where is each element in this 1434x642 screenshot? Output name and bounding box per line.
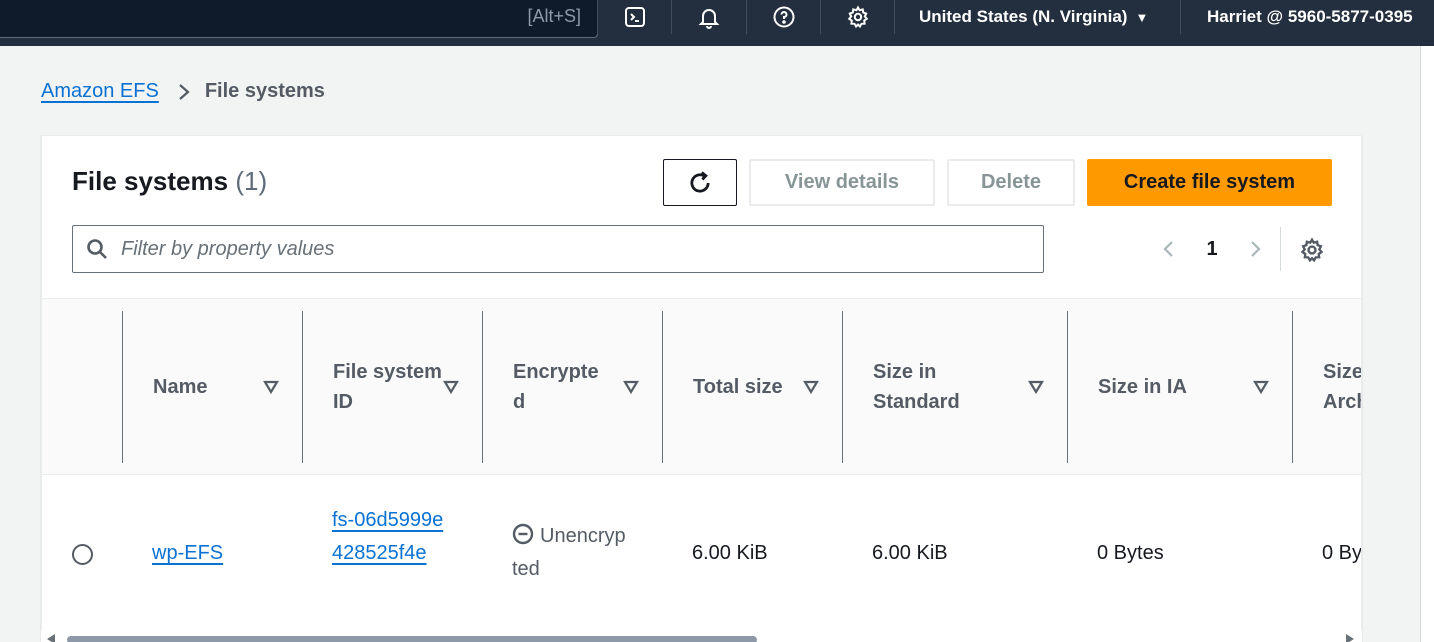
scrollbar-thumb[interactable]	[67, 636, 757, 642]
column-label: Size in IA	[1098, 376, 1187, 398]
column-header-total-size[interactable]: Total size	[662, 311, 842, 463]
help-icon[interactable]	[746, 0, 820, 34]
sort-down-icon[interactable]	[442, 375, 460, 395]
global-search-input[interactable]: [Alt+S]	[0, 0, 598, 38]
column-header-file-system-id[interactable]: File system ID	[302, 311, 482, 463]
breadcrumb-amazon-efs-link[interactable]: Amazon EFS	[41, 80, 159, 103]
settings-icon[interactable]	[820, 0, 894, 34]
caret-down-icon: ▼	[1135, 9, 1149, 25]
no-encryption-icon	[512, 523, 534, 545]
item-count: (1)	[235, 166, 268, 196]
cloudshell-icon[interactable]	[597, 0, 671, 34]
table-header: Name File system ID Encrypted Total size…	[42, 298, 1362, 475]
table-row: wp-EFS fs-06d5999e428525f4e Unencrypted …	[42, 475, 1362, 642]
top-navigation: [Alt+S] United States (N. Virginia) ▼ Ha…	[0, 0, 1434, 46]
sort-down-icon[interactable]	[1027, 375, 1045, 395]
column-header-size-in-archive[interactable]: Size in Archive	[1292, 311, 1362, 463]
sort-down-icon[interactable]	[262, 375, 280, 395]
filter-field[interactable]	[72, 225, 1044, 273]
column-label: Size in Standard	[873, 361, 960, 413]
scroll-left-icon[interactable]	[47, 634, 55, 642]
breadcrumb-current: File systems	[204, 80, 325, 102]
column-label: Size in Archive	[1323, 361, 1362, 413]
refresh-button[interactable]	[663, 159, 737, 206]
right-gutter	[1420, 46, 1434, 642]
region-label: United States (N. Virginia)	[919, 7, 1128, 26]
next-page-icon[interactable]	[1240, 234, 1270, 264]
previous-page-icon[interactable]	[1154, 234, 1184, 264]
file-system-id-link[interactable]: fs-06d5999e428525f4e	[332, 504, 448, 570]
delete-button[interactable]: Delete	[947, 159, 1075, 206]
column-label: Encrypted	[513, 361, 599, 413]
pager-divider	[1280, 227, 1281, 271]
scroll-right-icon[interactable]	[1346, 634, 1354, 642]
column-header-name[interactable]: Name	[122, 311, 302, 463]
column-header-encrypted[interactable]: Encrypted	[482, 311, 662, 463]
file-system-name-link[interactable]: wp-EFS	[152, 537, 223, 570]
column-header-size-in-ia[interactable]: Size in IA	[1067, 311, 1292, 463]
size-standard-value: 6.00 KiB	[872, 542, 948, 564]
account-label: Harriet @ 5960-5877-0395	[1207, 7, 1413, 26]
size-ia-value: 0 Bytes	[1097, 542, 1164, 564]
column-label: File system ID	[333, 361, 442, 413]
panel-title-text: File systems	[72, 166, 229, 196]
encryption-status: Unencrypted	[512, 520, 630, 586]
pagination: 1	[1154, 232, 1270, 266]
bell-icon[interactable]	[671, 0, 745, 34]
size-archive-value: 0 Bytes	[1322, 542, 1362, 564]
current-page[interactable]: 1	[1184, 238, 1240, 261]
table-settings-icon[interactable]	[1297, 235, 1327, 265]
sort-down-icon[interactable]	[802, 375, 820, 395]
page-title: File systems (1)	[72, 166, 267, 197]
column-label: Total size	[693, 376, 783, 398]
breadcrumb: Amazon EFS File systems	[41, 80, 325, 103]
region-selector[interactable]: United States (N. Virginia) ▼	[894, 0, 1180, 34]
search-shortcut-hint: [Alt+S]	[527, 6, 581, 26]
sort-down-icon[interactable]	[622, 375, 640, 395]
chevron-right-icon	[177, 83, 191, 101]
sort-down-icon[interactable]	[1252, 375, 1270, 395]
refresh-icon	[690, 170, 710, 192]
column-label: Name	[153, 376, 208, 398]
file-systems-panel: File systems (1) View details Delete Cre…	[41, 135, 1362, 642]
filter-input[interactable]	[121, 237, 1021, 261]
horizontal-scrollbar[interactable]	[41, 630, 1362, 642]
search-icon	[87, 239, 107, 259]
total-size-value: 6.00 KiB	[692, 542, 768, 564]
account-menu[interactable]: Harriet @ 5960-5877-0395	[1180, 0, 1434, 34]
row-select-radio[interactable]	[72, 544, 93, 565]
column-header-size-in-standard[interactable]: Size in Standard	[842, 311, 1067, 463]
view-details-button[interactable]: View details	[749, 159, 935, 206]
create-file-system-button[interactable]: Create file system	[1087, 159, 1332, 206]
